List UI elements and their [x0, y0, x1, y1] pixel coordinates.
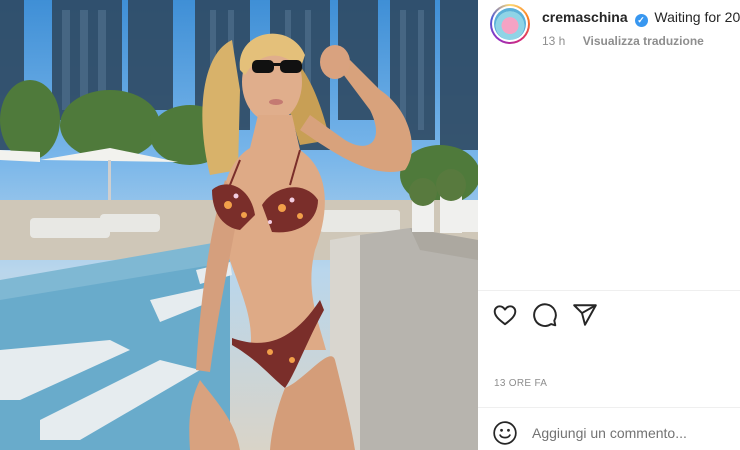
- comment-input[interactable]: [532, 422, 732, 444]
- post-side-panel: cremaschina ✓ Waiting for 2023 13 h Visu…: [478, 0, 740, 450]
- caption-text: Waiting for 2023: [654, 9, 740, 25]
- meta-line: 13 h Visualizza traduzione: [542, 34, 704, 48]
- avatar-ring: [492, 6, 528, 42]
- action-bar: [492, 302, 732, 332]
- avatar-image: [494, 8, 526, 40]
- username-link[interactable]: cremaschina: [542, 9, 628, 25]
- caption-row: cremaschina ✓ Waiting for 2023 13 h Visu…: [490, 2, 740, 54]
- time-ago[interactable]: 13 ORE FA: [494, 378, 547, 389]
- comment-bar: [478, 408, 740, 450]
- post-photo[interactable]: [0, 0, 478, 450]
- paper-plane-icon[interactable]: [572, 302, 598, 328]
- heart-icon[interactable]: [492, 302, 518, 328]
- smiley-icon[interactable]: [492, 420, 518, 446]
- post-time[interactable]: 13 h: [542, 34, 565, 48]
- caption-line: cremaschina ✓ Waiting for 2023: [542, 9, 740, 27]
- avatar[interactable]: [490, 4, 530, 44]
- divider: [478, 290, 740, 291]
- post-photo-illustration: [0, 0, 478, 450]
- verified-badge-icon: ✓: [634, 14, 648, 27]
- comment-bubble-icon[interactable]: [532, 302, 558, 328]
- translate-link[interactable]: Visualizza traduzione: [583, 34, 704, 48]
